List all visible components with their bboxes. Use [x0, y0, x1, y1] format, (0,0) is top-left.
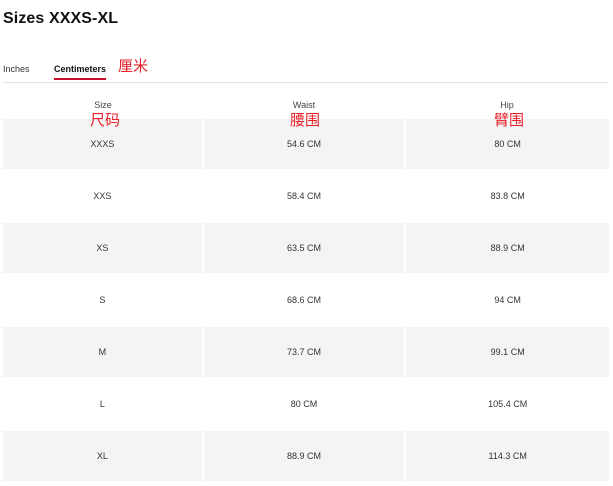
table-row: XS 63.5 CM 88.9 CM: [3, 222, 610, 274]
size-cell: XXS: [93, 191, 112, 201]
tab-inches[interactable]: Inches: [3, 64, 30, 78]
table-row: S 68.6 CM 94 CM: [3, 274, 609, 326]
annotation-waist: 腰围: [290, 111, 321, 129]
hip-cell: 94 CM: [494, 295, 521, 305]
header-hip: Hip: [500, 100, 514, 110]
size-cell: M: [3, 327, 202, 377]
hip-cell: 114.3 CM: [406, 431, 610, 481]
size-cell: XS: [3, 223, 202, 273]
table-row: M 73.7 CM 99.1 CM: [3, 326, 610, 378]
annotation-hip: 臂围: [494, 111, 525, 129]
hip-cell: 105.4 CM: [488, 399, 528, 409]
unit-tabs: Inches Centimeters: [3, 58, 609, 83]
page-title: Sizes XXXS-XL: [3, 10, 119, 27]
waist-cell: 68.6 CM: [287, 295, 322, 305]
waist-cell: 88.9 CM: [203, 431, 405, 481]
table-row: L 80 CM 105.4 CM: [3, 378, 609, 430]
annotation-size: 尺码: [90, 111, 121, 129]
size-table: Size Waist Hip XXXS 54.6 CM 80 CM XXS 58…: [3, 92, 610, 482]
waist-cell: 80 CM: [290, 399, 318, 409]
size-cell: S: [99, 295, 106, 305]
size-cell: L: [99, 399, 105, 409]
size-cell: XL: [3, 431, 202, 481]
header-size: Size: [94, 100, 112, 110]
table-row: XL 88.9 CM 114.3 CM: [3, 430, 610, 482]
hip-cell: 83.8 CM: [490, 191, 525, 201]
waist-cell: 58.4 CM: [287, 191, 322, 201]
tab-centimeters[interactable]: Centimeters: [54, 64, 107, 80]
header-waist: Waist: [292, 100, 316, 110]
table-row: XXS 58.4 CM 83.8 CM: [3, 170, 609, 222]
annotation-centimeters: 厘米: [118, 57, 149, 75]
hip-cell: 99.1 CM: [406, 327, 610, 377]
waist-cell: 63.5 CM: [203, 223, 405, 273]
hip-cell: 88.9 CM: [406, 223, 610, 273]
waist-cell: 73.7 CM: [203, 327, 405, 377]
